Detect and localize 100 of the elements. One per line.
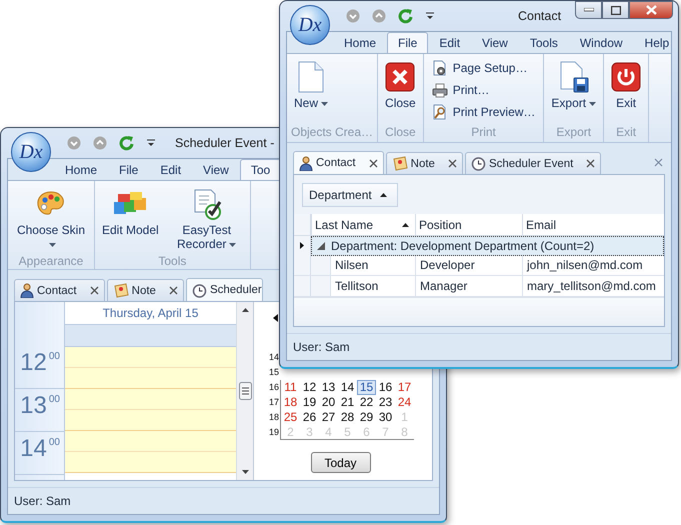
close-icon[interactable] <box>586 159 596 168</box>
close-button[interactable] <box>629 1 674 19</box>
column-header[interactable]: Email <box>522 214 664 235</box>
document-tab[interactable]: Contact <box>293 151 384 174</box>
minimize-button[interactable] <box>575 1 602 19</box>
customize-icon[interactable] <box>147 139 155 147</box>
ribbon-tab[interactable]: File <box>108 159 150 180</box>
ribbon-tab[interactable]: Help <box>634 32 680 53</box>
ribbon-button[interactable]: Print… <box>428 80 494 100</box>
ribbon-tab[interactable]: Home <box>333 32 388 53</box>
scroll-up-icon[interactable] <box>242 308 248 312</box>
ribbon-button[interactable]: Page Setup… <box>428 58 532 78</box>
ribbon-tab[interactable]: View <box>471 32 519 53</box>
close-icon[interactable] <box>168 286 178 295</box>
refresh-icon[interactable] <box>119 135 135 151</box>
ribbon-button[interactable]: New <box>291 58 332 112</box>
table-cell: Developer <box>415 256 522 276</box>
week-number: 14 <box>269 351 280 364</box>
document-tab[interactable]: Note <box>106 279 184 301</box>
ribbon-button[interactable]: Exit <box>608 58 644 112</box>
ribbon-button[interactable]: Close <box>382 58 419 112</box>
ribbon-button[interactable]: Export <box>548 58 600 112</box>
group-label: Export <box>555 124 592 141</box>
ribbon-button[interactable]: Edit Model <box>99 185 162 239</box>
page-gear-icon <box>432 60 448 76</box>
document-tab[interactable]: Scheduler <box>186 278 263 301</box>
ribbon-tab[interactable]: Edit <box>149 159 192 180</box>
column-header[interactable]: Last Name <box>311 214 415 235</box>
calendar-day[interactable]: 17 <box>395 380 414 395</box>
calendar-day[interactable]: 25 <box>281 410 300 425</box>
column-header[interactable]: Position <box>415 214 522 235</box>
scroll-down-icon[interactable] <box>242 470 248 474</box>
today-button[interactable]: Today <box>310 452 370 473</box>
ribbon-tab[interactable]: Window <box>568 32 634 53</box>
row-indicator-icon <box>300 242 304 250</box>
ribbon-tab[interactable]: Home <box>54 159 108 180</box>
close-icon <box>646 5 657 15</box>
power-icon <box>611 62 642 92</box>
calendar-day[interactable]: 14 <box>338 380 357 395</box>
collapse-icon[interactable] <box>317 242 325 250</box>
calendar-day[interactable]: 22 <box>357 395 376 410</box>
maximize-icon <box>610 6 621 14</box>
ribbon-tab[interactable]: File <box>387 32 428 53</box>
table-cell: Manager <box>415 276 522 296</box>
app-menu-button[interactable]: Dx <box>290 5 330 45</box>
group-label: Objects Crea… <box>291 124 374 141</box>
calendar-day[interactable]: 21 <box>338 395 357 410</box>
calendar-day[interactable]: 20 <box>319 395 338 410</box>
printer-icon <box>432 82 448 98</box>
minimize-icon <box>584 8 594 12</box>
close-icon[interactable] <box>448 159 457 168</box>
ribbon-tab[interactable]: Too <box>240 159 282 180</box>
table-cell: Tellitson <box>330 276 415 296</box>
calendar-day[interactable]: 16 <box>376 380 395 395</box>
document-tab[interactable]: Note <box>386 152 463 174</box>
group-label: Print <box>470 124 497 141</box>
calendar-day[interactable]: 26 <box>300 410 319 425</box>
table-row[interactable]: Tellitson Manager mary_tellitson@md.com <box>294 276 664 297</box>
calendar-day[interactable]: 18 <box>281 395 300 410</box>
group-label: Department: Development Department (Count=2) <box>331 238 594 253</box>
calendar-day[interactable]: 24 <box>395 395 414 410</box>
calendar-day[interactable]: 15 <box>357 380 376 395</box>
scroll-thumb[interactable] <box>238 382 252 400</box>
calendar-day[interactable]: 13 <box>319 380 338 395</box>
calendar-day[interactable]: 28 <box>338 410 357 425</box>
ribbon-button[interactable]: Print Preview… <box>428 102 540 122</box>
calendar-day[interactable]: 27 <box>319 410 338 425</box>
ribbon-tab[interactable]: Tools <box>518 32 569 53</box>
calendar-day[interactable]: 19 <box>300 395 319 410</box>
document-tab[interactable]: Contact <box>14 279 105 301</box>
clock-icon <box>192 282 207 298</box>
ribbon-button[interactable]: Choose Skin <box>12 185 90 253</box>
ribbon-tab[interactable]: View <box>192 159 240 180</box>
calendar-day[interactable]: 12 <box>300 380 319 395</box>
group-by-chip[interactable]: Department <box>302 182 398 207</box>
group-label: Exit <box>615 124 638 141</box>
group-label: Tools <box>157 253 188 269</box>
group-row[interactable]: Department: Development Department (Count=2) <box>311 236 664 256</box>
calendar-day[interactable]: 30 <box>376 410 395 425</box>
calendar-day[interactable]: 29 <box>357 410 376 425</box>
customize-icon[interactable] <box>426 12 434 20</box>
person-icon <box>299 156 313 170</box>
close-icon[interactable] <box>368 158 378 168</box>
maximize-button[interactable] <box>602 1 630 19</box>
ribbon-button[interactable]: EasyTest Recorder <box>168 185 246 253</box>
scrollbar[interactable] <box>236 302 253 480</box>
table-row[interactable]: Nilsen Developer john_nilsen@md.com <box>294 256 664 276</box>
close-icon[interactable] <box>90 286 99 295</box>
status-text: User: Sam <box>287 333 671 360</box>
group-label: Appearance <box>18 253 84 269</box>
document-tab[interactable]: Scheduler Event <box>464 152 602 174</box>
week-number: 17 <box>269 396 280 409</box>
ribbon-tab[interactable]: Edit <box>428 32 472 53</box>
refresh-icon[interactable] <box>398 8 414 24</box>
table-cell: john_nilsen@md.com <box>522 256 664 276</box>
window-title: Contact <box>518 9 562 23</box>
group-label: Close <box>384 124 417 141</box>
app-menu-button[interactable]: Dx <box>11 132 51 172</box>
calendar-day[interactable]: 11 <box>281 380 300 395</box>
calendar-day[interactable]: 23 <box>376 395 395 410</box>
